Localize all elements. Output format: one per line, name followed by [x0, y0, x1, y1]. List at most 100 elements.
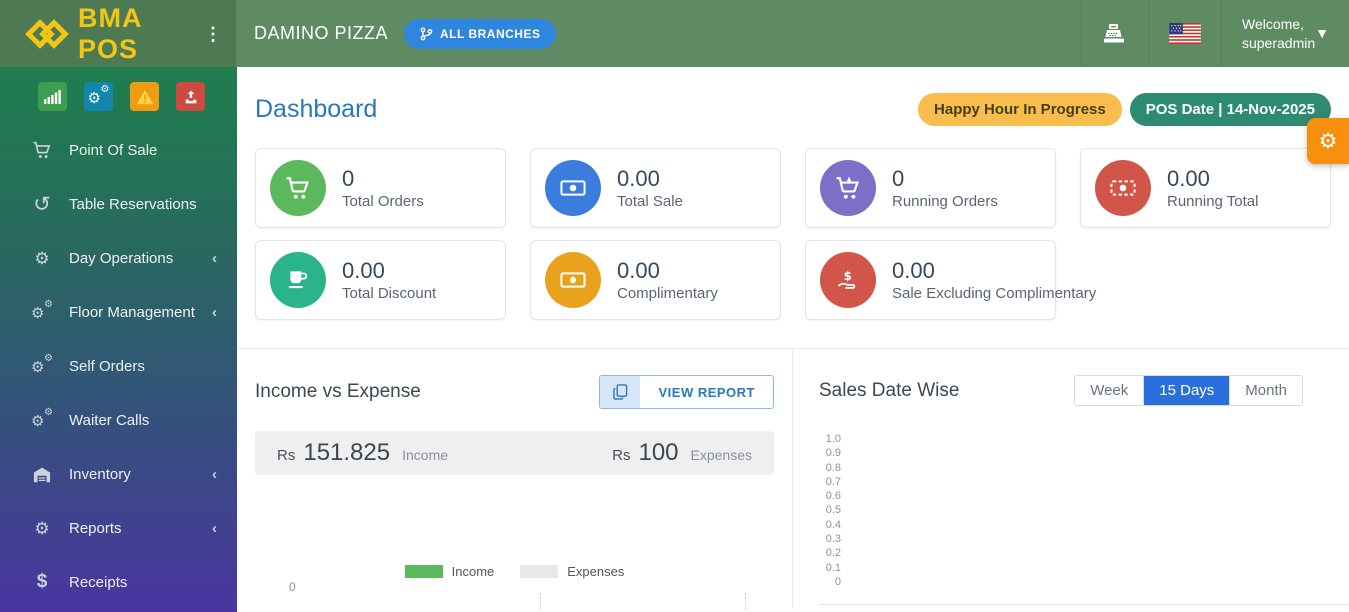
page-head: Dashboard Happy Hour In Progress POS Dat…	[237, 67, 1349, 126]
header-main: DAMINO PIZZA ALL BRANCHES	[236, 0, 1081, 67]
money-bill-dashed-icon	[1095, 160, 1151, 216]
sidebar-item-label: Inventory	[69, 466, 212, 483]
report-copy-icon	[600, 376, 640, 408]
y-tick: 0.9	[819, 446, 841, 460]
page-title: Dashboard	[255, 95, 918, 124]
range-15-days-button[interactable]: 15 Days	[1144, 376, 1230, 405]
sidebar-item-label: Receipts	[69, 574, 217, 591]
y-tick: 0.6	[819, 489, 841, 503]
income-chart-gridline	[540, 593, 541, 609]
stat-card-sale-excluding-complimentary: $ 0.00Sale Excluding Complimentary	[805, 240, 1056, 320]
y-tick: 1.0	[819, 432, 841, 446]
hand-holding-dollar-icon: $	[820, 252, 876, 308]
legend-expenses-label: Expenses	[567, 564, 624, 579]
dollar-icon: $	[30, 571, 54, 593]
sales-chart-y-axis: 1.0 0.9 0.8 0.7 0.6 0.5 0.4 0.3 0.2 0.1 …	[819, 432, 841, 589]
all-branches-button[interactable]: ALL BRANCHES	[404, 19, 556, 49]
expenses-currency: Rs	[612, 447, 630, 464]
income-value: 151.825	[303, 439, 390, 467]
cart-icon	[270, 160, 326, 216]
language-selector[interactable]	[1148, 0, 1221, 67]
sidebar-item-floor-management[interactable]: ⚙⚙ Floor Management ‹	[0, 285, 237, 339]
sidebar-toggle-kebab-icon[interactable]: ⋮	[196, 21, 230, 47]
legend-item-income: Income	[405, 564, 495, 579]
income-label: Income	[402, 447, 448, 463]
status-badges: Happy Hour In Progress POS Date | 14-Nov…	[918, 93, 1331, 126]
sidebar-item-label: Self Orders	[69, 358, 217, 375]
sidebar-item-label: Table Reservations	[69, 196, 217, 213]
stat-label: Running Orders	[892, 193, 998, 210]
sidebar-item-receipts[interactable]: $ Receipts	[0, 555, 237, 609]
stat-value: 0.00	[342, 258, 436, 284]
sales-date-wise-panel: Sales Date Wise Week 15 Days Month 1.0 0…	[793, 349, 1349, 609]
money-bill-icon	[545, 160, 601, 216]
cash-register-icon	[1102, 21, 1128, 47]
settings-fab-button[interactable]: ⚙	[1307, 118, 1349, 164]
warning-icon	[136, 89, 154, 105]
cash-register-button[interactable]	[1081, 0, 1148, 67]
stat-card-total-sale: 0.00Total Sale	[530, 148, 781, 228]
sidebar-item-day-operations[interactable]: ⚙ Day Operations ‹	[0, 231, 237, 285]
stat-label: Total Orders	[342, 193, 424, 210]
y-tick: 0.4	[819, 518, 841, 532]
y-tick: 0	[819, 575, 841, 589]
chevron-left-icon: ‹	[212, 304, 217, 321]
stat-card-complimentary: 0.00Complimentary	[530, 240, 781, 320]
sidebar-item-point-of-sale[interactable]: Point Of Sale	[0, 123, 237, 177]
stat-label: Running Total	[1167, 193, 1258, 210]
y-tick: 0.5	[819, 503, 841, 517]
coffee-cup-icon	[270, 252, 326, 308]
cogs-icon: ⚙⚙	[30, 302, 54, 322]
brand-name: BMA POS	[78, 3, 196, 65]
welcome-line2: superadmin	[1242, 34, 1315, 53]
range-month-button[interactable]: Month	[1230, 376, 1302, 405]
user-menu[interactable]: Welcome, superadmin ▼	[1221, 0, 1349, 67]
y-tick: 0.1	[819, 561, 841, 575]
operations-quick-button[interactable]: ⚙⚙	[84, 82, 113, 111]
undo-icon: ↺	[30, 192, 54, 217]
branch-icon	[420, 27, 433, 41]
stat-label: Total Sale	[617, 193, 683, 210]
income-summary: Rs 151.825 Income	[277, 439, 448, 467]
stat-card-running-orders: 0Running Orders	[805, 148, 1056, 228]
sidebar-item-table-reservations[interactable]: ↺ Table Reservations	[0, 177, 237, 231]
view-report-button[interactable]: VIEW REPORT	[599, 375, 774, 409]
expenses-swatch	[520, 565, 558, 578]
income-expense-panel: Income vs Expense VIEW REPORT Rs 151.825…	[237, 349, 793, 609]
cart-icon	[30, 141, 54, 159]
sidebar-item-self-orders[interactable]: ⚙⚙ Self Orders	[0, 339, 237, 393]
sidebar-item-inventory[interactable]: Inventory ‹	[0, 447, 237, 501]
chevron-down-icon: ▼	[1315, 24, 1329, 43]
income-expense-head: Income vs Expense VIEW REPORT	[255, 375, 774, 409]
brand-logo[interactable]: BMA POS	[24, 3, 196, 65]
sales-chart-quick-button[interactable]	[38, 82, 67, 111]
cogs-icon: ⚙⚙	[88, 87, 110, 107]
stat-label: Total Discount	[342, 285, 436, 302]
income-swatch	[405, 565, 443, 578]
sidebar-item-reports[interactable]: ⚙ Reports ‹	[0, 501, 237, 555]
cogs-icon: ⚙⚙	[30, 410, 54, 430]
welcome-text: Welcome, superadmin	[1242, 15, 1315, 53]
sidebar-item-waiter-calls[interactable]: ⚙⚙ Waiter Calls	[0, 393, 237, 447]
expenses-value: 100	[638, 439, 678, 467]
stat-card-total-discount: 0.00Total Discount	[255, 240, 506, 320]
sidebar-item-label: Waiter Calls	[69, 412, 217, 429]
y-tick: 0.8	[819, 461, 841, 475]
stat-value: 0.00	[617, 258, 718, 284]
income-expense-legend: Income Expenses	[237, 564, 792, 579]
sales-date-wise-title: Sales Date Wise	[819, 380, 1074, 402]
warehouse-icon	[30, 466, 54, 483]
chevron-left-icon: ‹	[212, 466, 217, 483]
stat-value: 0.00	[617, 166, 683, 192]
stat-label: Sale Excluding Complimentary	[892, 285, 1041, 302]
y-tick: 0.2	[819, 546, 841, 560]
svg-text:$: $	[844, 269, 852, 283]
upload-quick-button[interactable]	[176, 82, 205, 111]
alerts-quick-button[interactable]	[130, 82, 159, 111]
all-branches-label: ALL BRANCHES	[440, 27, 540, 41]
range-week-button[interactable]: Week	[1075, 376, 1144, 405]
gear-icon: ⚙	[1319, 129, 1338, 154]
sidebar-item-label: Point Of Sale	[69, 142, 217, 159]
happy-hour-badge: Happy Hour In Progress	[918, 93, 1122, 126]
stat-value: 0	[892, 166, 998, 192]
